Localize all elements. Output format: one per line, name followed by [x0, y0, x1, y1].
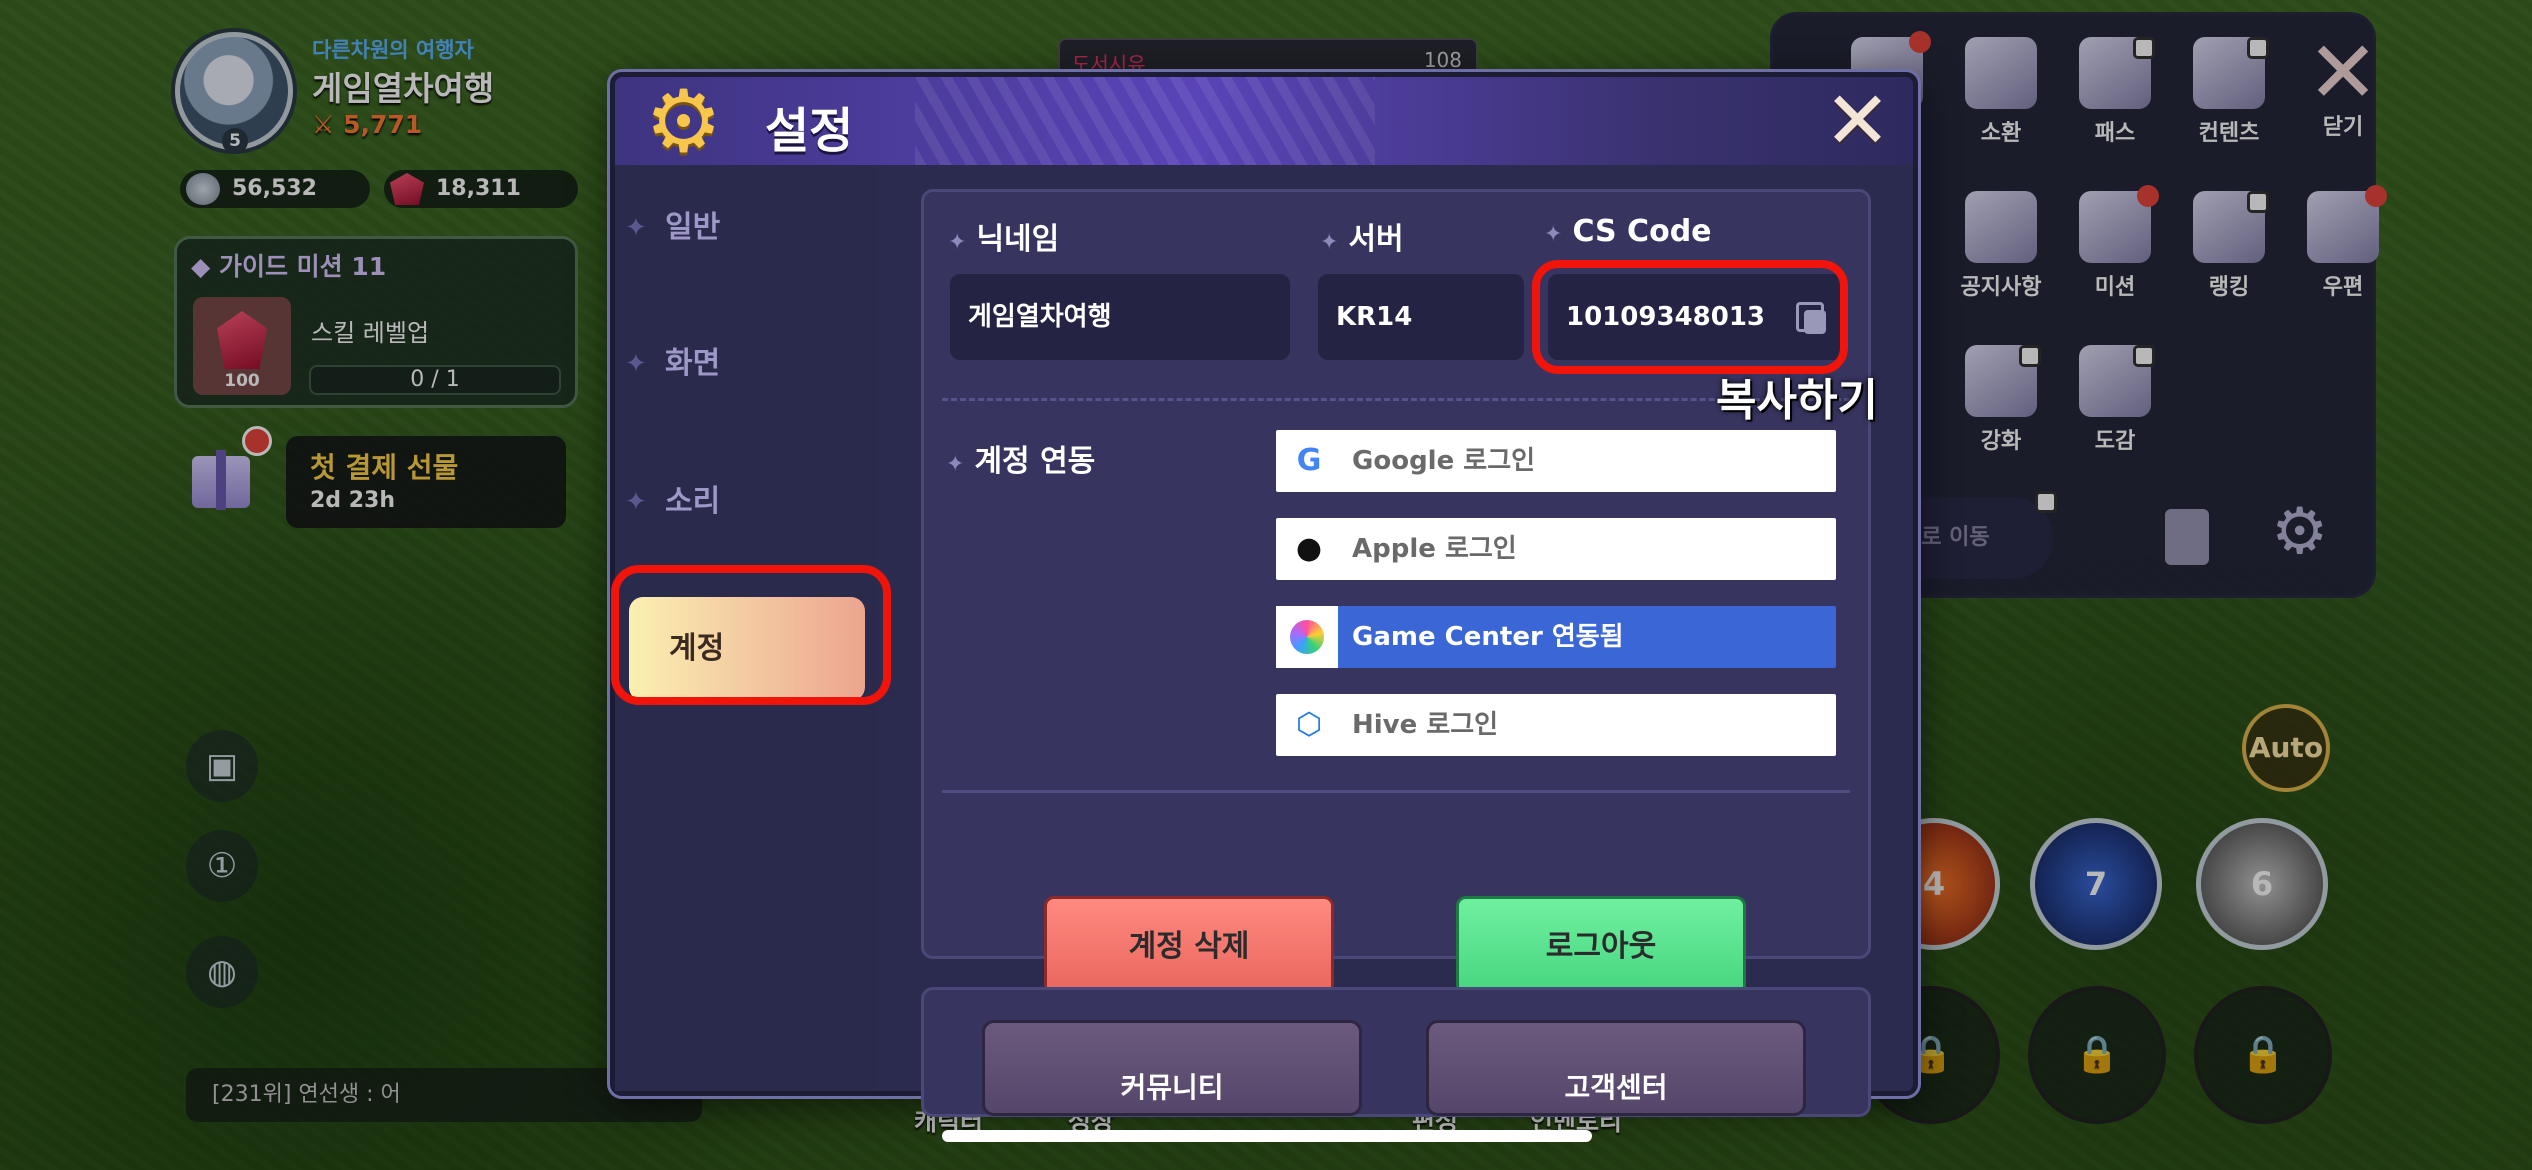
close-button[interactable]: ✕	[1824, 81, 1891, 161]
star-icon: ✦	[625, 487, 647, 517]
star-icon: ✦	[946, 452, 965, 477]
game-center-button[interactable]: Game Center 연동됨	[1276, 606, 1836, 668]
settings-dialog: ⚙ 설정 ✕ ✦ 일반 ✦ 화면 ✦ 소리 계정 ✦ 닉네임 ✦ 서버 ✦ CS Code …	[610, 72, 1918, 1117]
google-icon: G	[1296, 443, 1322, 478]
game-center-icon	[1276, 606, 1338, 668]
tab-sound[interactable]: ✦ 소리	[625, 447, 865, 557]
gear-icon: ⚙	[645, 72, 723, 172]
support-panel: 커뮤니티 고객센터	[921, 987, 1871, 1117]
settings-title: 설정	[765, 103, 854, 159]
cs-code-label: ✦ CS Code	[1544, 214, 1712, 249]
divider	[942, 790, 1850, 793]
star-icon: ✦	[1544, 222, 1563, 247]
tab-label: 화면	[665, 346, 721, 381]
apple-icon: ●	[1295, 531, 1323, 566]
apple-login-button[interactable]: ● Apple 로그인	[1276, 518, 1836, 580]
delete-account-button[interactable]: 계정 삭제	[1044, 896, 1334, 1000]
logout-button[interactable]: 로그아웃	[1456, 896, 1746, 1000]
account-panel: ✦ 닉네임 ✦ 서버 ✦ CS Code 게임열차여행 KR14 1010934801…	[921, 189, 1871, 1000]
login-label: Apple 로그인	[1352, 534, 1517, 564]
star-icon: ✦	[625, 213, 647, 243]
divider	[942, 398, 1850, 401]
star-icon: ✦	[1320, 230, 1339, 255]
tab-display[interactable]: ✦ 화면	[625, 309, 865, 419]
copy-annotation-label: 복사하기	[1716, 375, 1878, 426]
star-icon: ✦	[948, 230, 967, 255]
login-label: Hive 로그인	[1352, 710, 1499, 740]
account-link-label: ✦ 계정 연동	[946, 436, 1095, 480]
nickname-label-text: 닉네임	[976, 222, 1060, 257]
nickname-label: ✦ 닉네임	[948, 214, 1059, 258]
settings-header: ⚙ 설정 ✕	[615, 77, 1913, 165]
tab-label: 일반	[665, 210, 721, 245]
account-tab-highlight	[611, 565, 891, 705]
customer-center-button[interactable]: 고객센터	[1426, 1020, 1806, 1116]
server-label-text: 서버	[1348, 222, 1404, 257]
account-link-label-text: 계정 연동	[974, 444, 1096, 479]
home-indicator[interactable]	[942, 1130, 1592, 1142]
cs-code-highlight	[1532, 260, 1848, 374]
tab-label: 소리	[665, 484, 721, 519]
star-icon: ✦	[625, 349, 647, 379]
nickname-field: 게임열차여행	[950, 274, 1290, 360]
google-login-button[interactable]: G Google 로그인	[1276, 430, 1836, 492]
server-label: ✦ 서버	[1320, 214, 1404, 258]
community-button[interactable]: 커뮤니티	[982, 1020, 1362, 1116]
server-field: KR14	[1318, 274, 1524, 360]
hive-login-button[interactable]: ⬡ Hive 로그인	[1276, 694, 1836, 756]
login-label: Google 로그인	[1352, 446, 1536, 476]
tab-general[interactable]: ✦ 일반	[625, 173, 865, 283]
cs-code-label-text: CS Code	[1572, 214, 1712, 249]
hive-icon: ⬡	[1295, 707, 1323, 742]
login-label: Game Center 연동됨	[1352, 622, 1624, 652]
